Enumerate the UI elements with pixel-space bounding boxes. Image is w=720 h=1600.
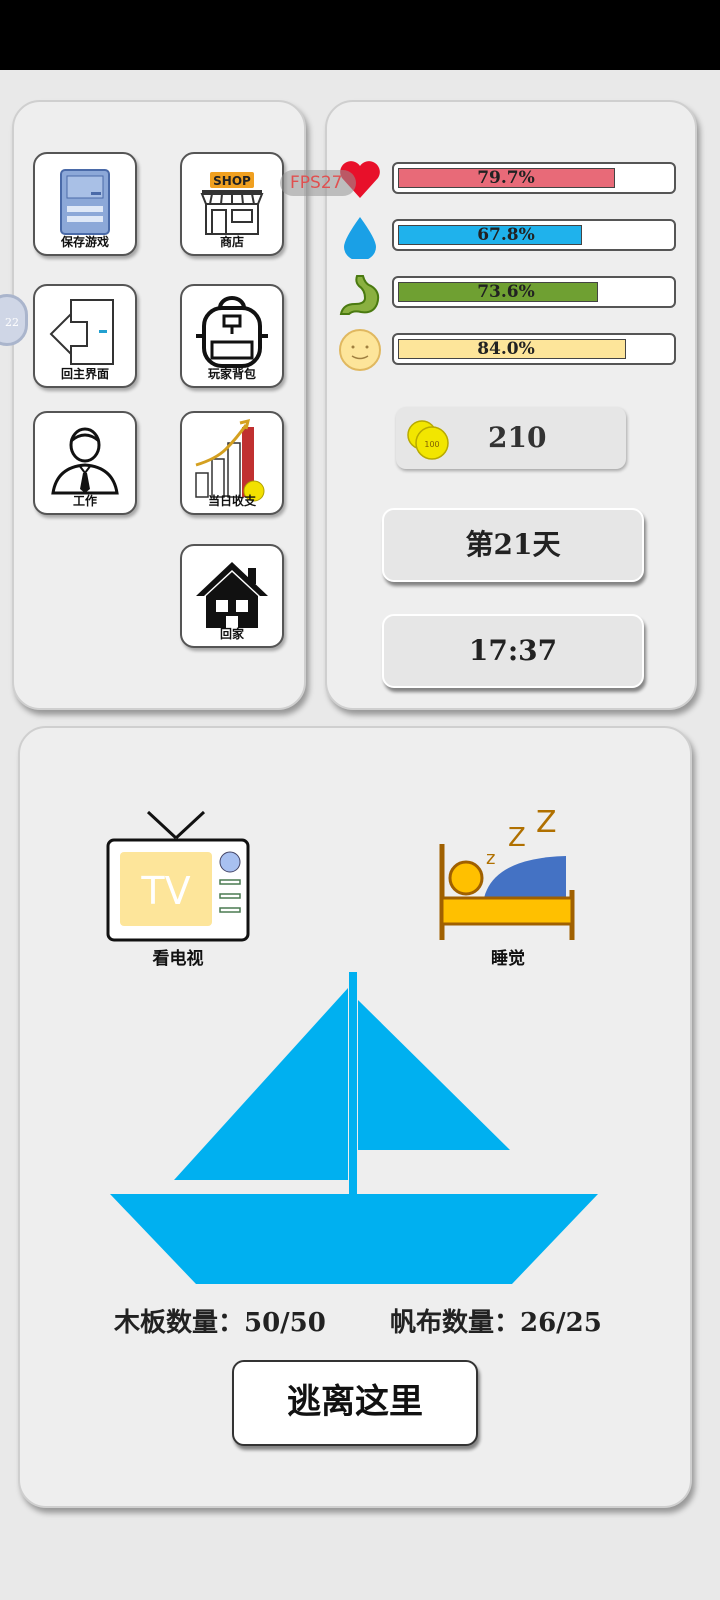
water-drop-icon	[344, 217, 376, 259]
save-game-button[interactable]: 保存游戏	[33, 152, 137, 256]
day-counter: 第21天	[382, 508, 644, 582]
daily-income-button[interactable]: 当日收支	[180, 411, 284, 515]
sleep-bed-icon[interactable]: z Z Z	[436, 806, 582, 946]
shop-label: 商店	[219, 235, 244, 249]
water-bar: 67.8%	[392, 219, 676, 251]
tv-icon[interactable]: TV	[104, 808, 254, 948]
go-home-button[interactable]: 回家	[180, 544, 284, 648]
daily-income-label: 当日收支	[207, 494, 256, 508]
clock-display: 17:37	[382, 614, 644, 688]
status-bar	[0, 0, 720, 70]
main-menu-label: 回主界面	[60, 367, 109, 381]
money-display: 100 210	[396, 407, 626, 469]
stomach-icon	[339, 275, 380, 315]
health-percent: 79.7%	[477, 168, 535, 188]
tv-screen-text: TV	[140, 869, 190, 913]
backpack-label: 玩家背包	[207, 367, 256, 381]
money-amount: 210	[488, 421, 547, 454]
work-label: 工作	[72, 494, 97, 508]
boat-hull	[110, 1194, 598, 1284]
watch-tv-label: 看电视	[152, 949, 204, 969]
backpack-button[interactable]: 玩家背包	[180, 284, 284, 388]
coin-icon: 100	[407, 420, 449, 460]
main-menu-button[interactable]: 回主界面	[33, 284, 137, 388]
mood-bar: 84.0%	[392, 333, 676, 365]
svg-text:Z: Z	[536, 806, 557, 840]
save-game-label: 保存游戏	[60, 235, 109, 249]
shop-button[interactable]: SHOP 商店	[180, 152, 284, 256]
work-button[interactable]: 工作	[33, 411, 137, 515]
fps-counter: FPS27	[280, 170, 356, 196]
hunger-percent: 73.6%	[477, 282, 535, 302]
svg-text:Z: Z	[508, 823, 526, 853]
smiley-icon	[339, 329, 381, 371]
go-home-label: 回家	[219, 627, 244, 641]
hunger-bar: 73.6%	[392, 276, 676, 308]
health-bar: 79.7%	[392, 162, 676, 194]
sleep-label: 睡觉	[491, 949, 525, 969]
canvas-count: 帆布数量：26/25	[390, 1308, 602, 1338]
left-sail	[174, 988, 348, 1180]
coin-value-text: 100	[424, 440, 439, 449]
plank-count: 木板数量：50/50	[114, 1308, 326, 1338]
right-sail	[358, 1000, 510, 1150]
shop-sign-text: SHOP	[213, 174, 251, 188]
svg-text:z: z	[486, 848, 495, 869]
escape-button[interactable]: 逃离这里	[232, 1360, 478, 1446]
sailboat-icon	[110, 972, 598, 1284]
mood-percent: 84.0%	[477, 339, 535, 359]
water-percent: 67.8%	[477, 225, 535, 245]
boat-mast	[349, 972, 357, 1196]
